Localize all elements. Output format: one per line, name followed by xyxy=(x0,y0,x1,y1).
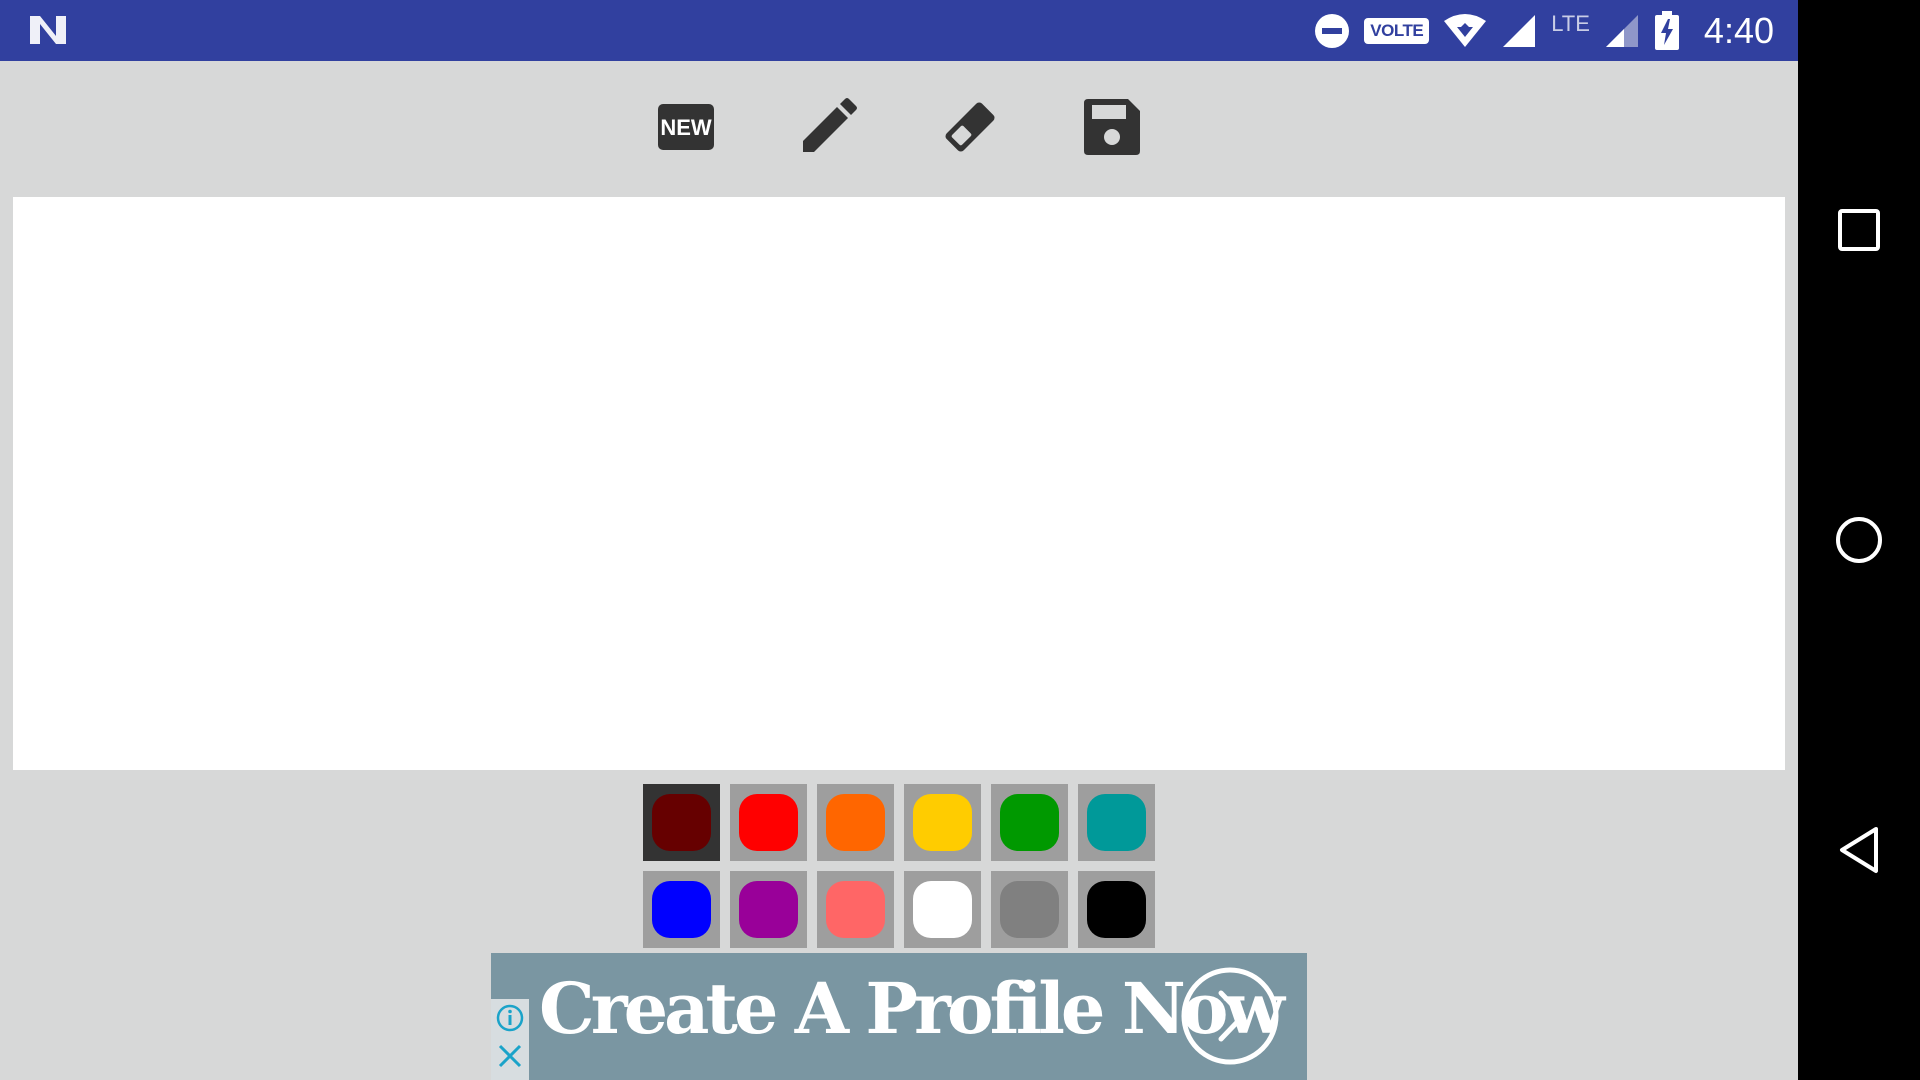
drawing-canvas[interactable] xyxy=(13,197,1785,770)
color-swatch-6[interactable] xyxy=(643,871,720,948)
status-icons: VOLTE LTE 4:40 xyxy=(1314,0,1774,61)
do-not-disturb-icon xyxy=(1315,13,1350,48)
back-icon xyxy=(1840,827,1878,873)
color-swatch-5[interactable] xyxy=(1078,784,1155,861)
back-button[interactable] xyxy=(1834,825,1884,875)
color-swatch-3[interactable] xyxy=(904,784,981,861)
recents-button[interactable] xyxy=(1834,205,1884,255)
color-chip xyxy=(652,881,711,938)
color-chip xyxy=(826,881,885,938)
status-bar: VOLTE LTE 4:40 xyxy=(0,0,1798,61)
color-chip xyxy=(1000,794,1059,851)
wifi-icon xyxy=(1444,13,1487,47)
color-swatch-11[interactable] xyxy=(1078,871,1155,948)
color-swatch-9[interactable] xyxy=(904,871,981,948)
pencil-button[interactable] xyxy=(796,95,860,159)
eraser-button[interactable] xyxy=(938,95,1002,159)
color-chip xyxy=(913,794,972,851)
color-swatch-2[interactable] xyxy=(817,784,894,861)
color-swatch-0[interactable] xyxy=(643,784,720,861)
volte-badge: VOLTE xyxy=(1364,17,1430,44)
signal-secondary-icon xyxy=(1605,14,1638,47)
drawing-toolbar: NEW xyxy=(0,61,1798,197)
new-icon-label: NEW xyxy=(660,115,712,140)
new-icon: NEW xyxy=(658,104,714,150)
lte-label: LTE xyxy=(1551,10,1590,36)
color-swatch-1[interactable] xyxy=(730,784,807,861)
color-chip xyxy=(1000,881,1059,938)
info-icon[interactable] xyxy=(495,1003,525,1033)
color-chip xyxy=(1087,881,1146,938)
recents-icon xyxy=(1838,209,1880,251)
home-button[interactable] xyxy=(1834,515,1884,565)
eraser-icon xyxy=(945,102,995,152)
ad-banner[interactable]: Create A Profile Now xyxy=(491,953,1307,1080)
signal-icon xyxy=(1503,14,1536,47)
color-chip xyxy=(913,881,972,938)
color-chip xyxy=(739,794,798,851)
color-chip xyxy=(652,794,711,851)
save-button[interactable] xyxy=(1080,95,1144,159)
chevron-right-icon[interactable] xyxy=(1181,967,1279,1065)
clock: 4:40 xyxy=(1703,9,1774,51)
color-swatch-7[interactable] xyxy=(730,871,807,948)
save-icon xyxy=(1084,99,1140,155)
ad-headline: Create A Profile Now xyxy=(539,967,1285,1050)
color-chip xyxy=(739,881,798,938)
color-chip xyxy=(826,794,885,851)
notification-n-icon xyxy=(30,16,66,44)
battery-icon xyxy=(1654,10,1679,50)
color-swatch-8[interactable] xyxy=(817,871,894,948)
close-icon[interactable] xyxy=(495,1041,525,1071)
pencil-icon xyxy=(803,98,857,152)
color-chip xyxy=(1087,794,1146,851)
color-swatch-10[interactable] xyxy=(991,871,1068,948)
home-icon xyxy=(1836,517,1882,563)
new-button[interactable]: NEW xyxy=(654,95,718,159)
color-swatch-4[interactable] xyxy=(991,784,1068,861)
navigation-bar xyxy=(1798,0,1920,1080)
